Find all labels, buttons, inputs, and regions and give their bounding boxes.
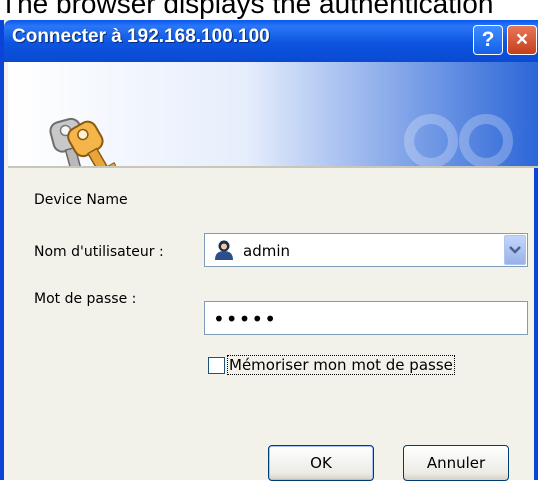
username-combobox[interactable]: admin (204, 233, 528, 267)
username-label: Nom d'utilisateur : (34, 244, 164, 260)
title-bar[interactable]: Connecter à 192.168.100.100 ? × (4, 20, 538, 62)
keys-icon (49, 117, 116, 166)
help-button[interactable]: ? (473, 25, 503, 55)
username-dropdown-button[interactable] (504, 235, 526, 265)
banner-divider (8, 166, 538, 168)
password-field[interactable]: ••••• (204, 301, 528, 335)
caption-text: The browser displays the authentication (0, 0, 494, 19)
ok-button[interactable]: OK (268, 445, 374, 481)
password-mask: ••••• (213, 307, 277, 331)
password-label: Mot de passe : (34, 291, 137, 307)
auth-dialog: Connecter à 192.168.100.100 ? × Device N… (0, 20, 538, 481)
close-button[interactable]: × (507, 25, 537, 55)
dialog-title: Connecter à 192.168.100.100 (12, 26, 270, 47)
chevron-down-icon (509, 246, 521, 254)
cancel-button[interactable]: Annuler (403, 445, 509, 481)
remember-password-label[interactable]: Mémoriser mon mot de passe (227, 355, 455, 375)
help-icon: ? (481, 28, 495, 51)
user-avatar-icon (215, 240, 233, 260)
remember-password-checkbox[interactable] (208, 357, 225, 374)
device-name-label: Device Name (34, 192, 128, 208)
close-icon: × (515, 28, 529, 51)
keys-watermark-icon (404, 114, 513, 166)
keys-banner (8, 62, 538, 166)
username-value: admin (243, 242, 290, 260)
